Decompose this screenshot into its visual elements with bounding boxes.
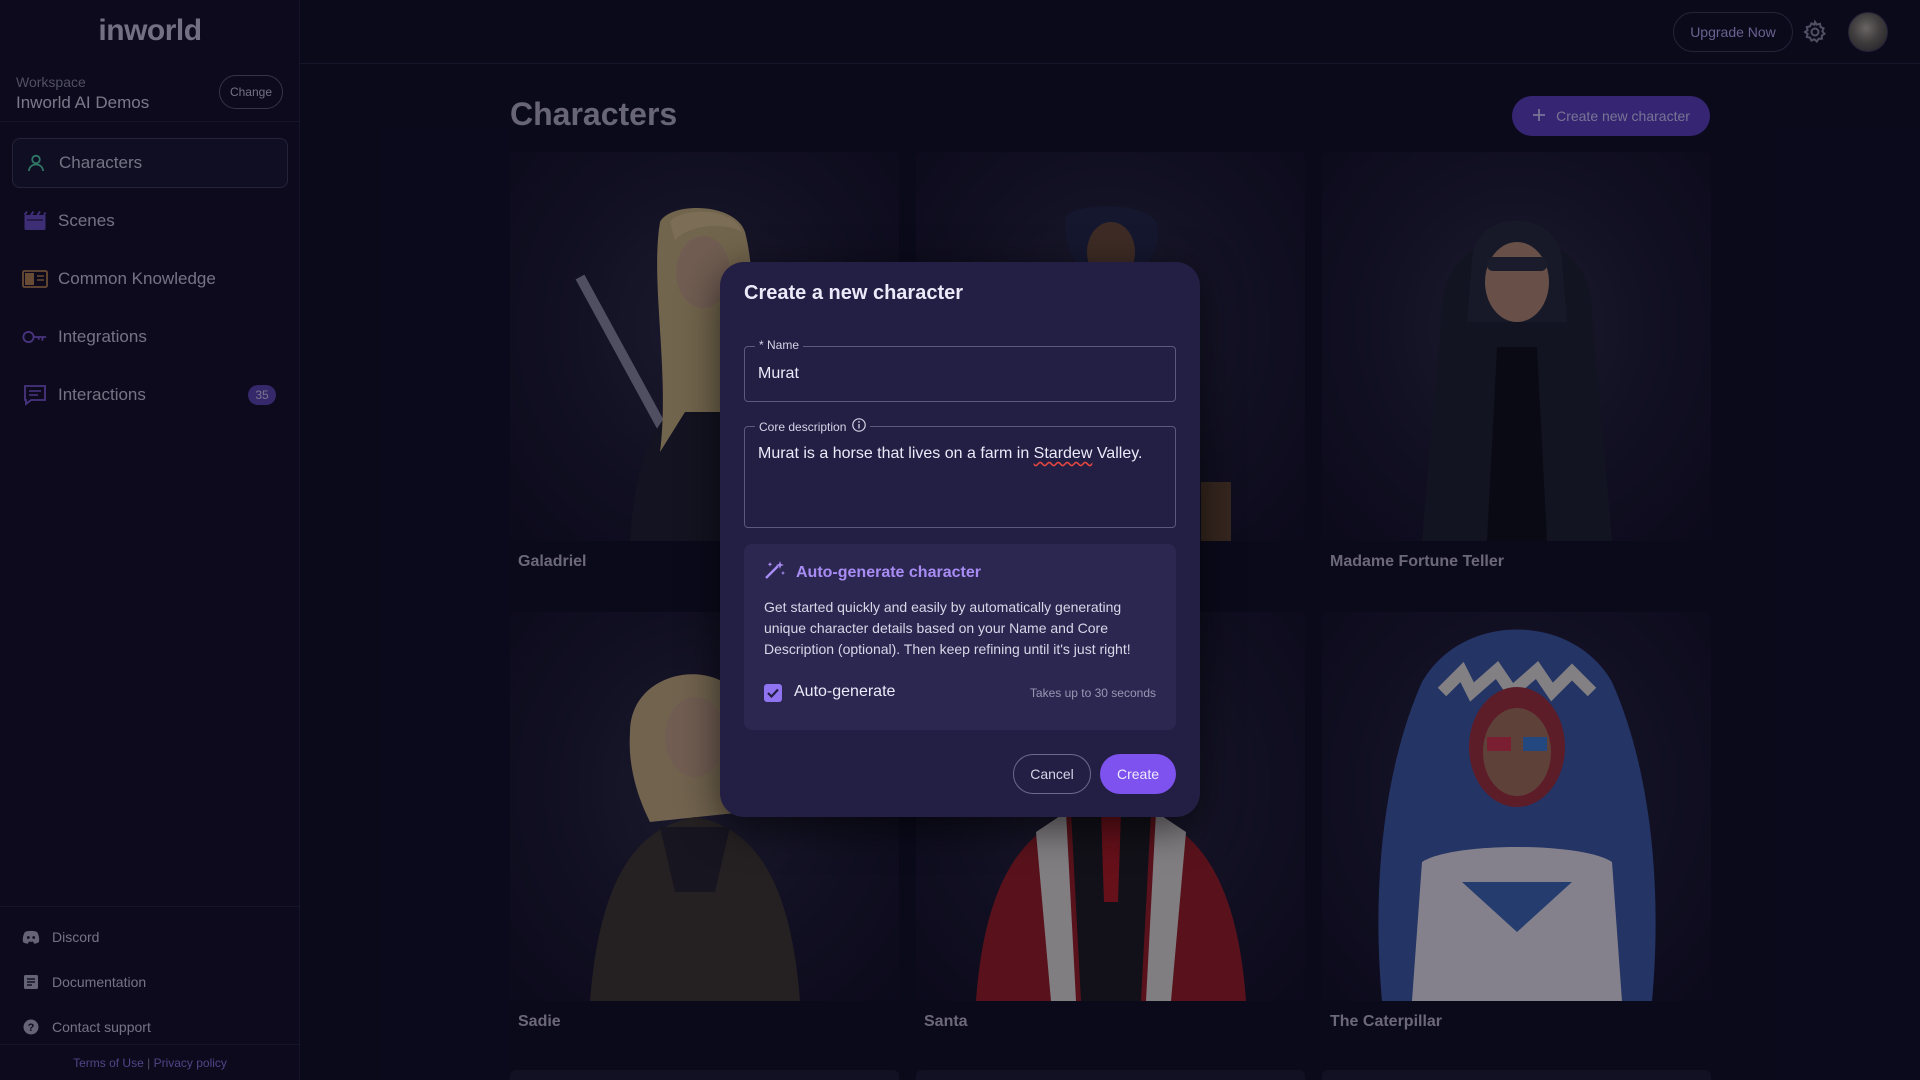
description-text-part: Murat is a horse that lives on a farm in: [758, 445, 1034, 462]
create-character-dialog: Create a new character * Name Murat Core…: [720, 262, 1200, 817]
name-field[interactable]: * Name Murat: [744, 338, 1176, 402]
create-button[interactable]: Create: [1100, 754, 1176, 794]
core-description-label-text: Core description: [759, 419, 847, 434]
name-label-text: * Name: [759, 338, 800, 352]
auto-generate-title: Auto-generate character: [764, 560, 981, 585]
auto-generate-checkbox-label[interactable]: Auto-generate: [794, 683, 895, 701]
auto-generate-time-hint: Takes up to 30 seconds: [1029, 686, 1156, 700]
auto-generate-description: Get started quickly and easily by automa…: [764, 599, 1131, 657]
description-text-part: Valley.: [1092, 445, 1143, 462]
core-description-field[interactable]: Core description Murat is a horse that l…: [744, 418, 1176, 528]
name-field-label: * Name: [755, 338, 804, 352]
checkmark-icon: [767, 688, 779, 698]
name-input-value[interactable]: Murat: [758, 365, 799, 383]
auto-generate-title-text: Auto-generate character: [796, 563, 981, 581]
core-description-value[interactable]: Murat is a horse that lives on a farm in…: [758, 445, 1142, 463]
core-description-label: Core description: [755, 418, 871, 435]
misspelled-word: Stardew: [1033, 445, 1093, 462]
auto-generate-panel: Auto-generate character Get started quic…: [744, 544, 1176, 730]
magic-wand-icon: [764, 560, 786, 585]
dialog-title: Create a new character: [744, 282, 964, 304]
auto-generate-checkbox[interactable]: [764, 684, 782, 702]
cancel-button[interactable]: Cancel: [1013, 754, 1091, 794]
info-icon[interactable]: [852, 418, 867, 435]
